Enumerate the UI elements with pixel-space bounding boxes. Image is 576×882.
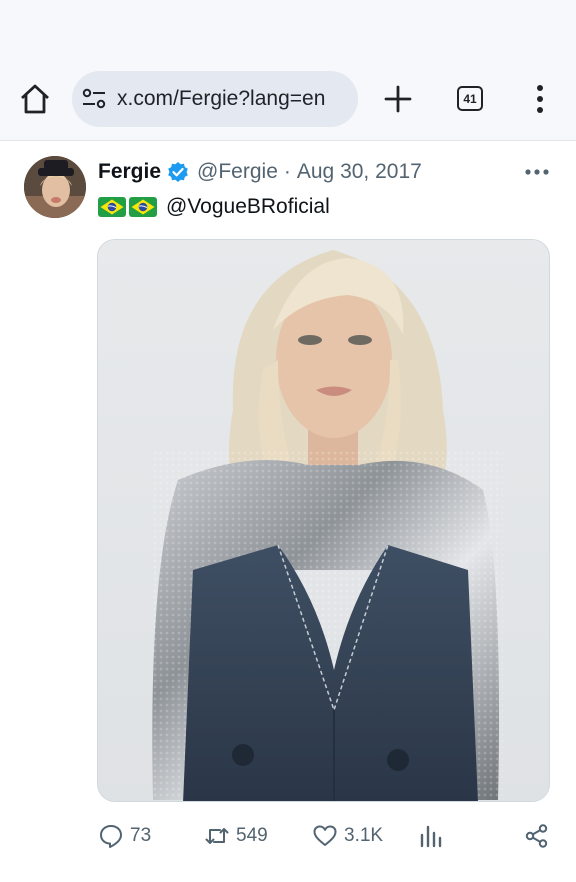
tab-count: 41	[463, 91, 477, 106]
more-vert-icon[interactable]	[530, 84, 550, 114]
home-icon[interactable]	[18, 82, 52, 116]
browser-toolbar: x.com/Fergie?lang=en 41	[0, 0, 576, 141]
post-text: @VogueBRoficial	[98, 193, 330, 221]
share-button[interactable]	[524, 818, 550, 854]
avatar[interactable]	[24, 156, 86, 218]
reply-button[interactable]: 73	[98, 818, 151, 854]
post-action-bar: 73 549 3.1K	[0, 818, 576, 854]
post-image[interactable]	[97, 239, 550, 802]
like-button[interactable]: 3.1K	[312, 818, 383, 854]
plus-icon[interactable]	[383, 84, 413, 114]
address-bar[interactable]: x.com/Fergie?lang=en	[72, 71, 358, 127]
author-handle[interactable]: @Fergie	[197, 160, 278, 184]
repost-count: 549	[236, 825, 268, 846]
heart-icon	[313, 825, 337, 846]
repost-button[interactable]: 549	[204, 818, 268, 854]
post-date[interactable]: Aug 30, 2017	[297, 160, 422, 184]
tab-switcher-button[interactable]: 41	[457, 86, 483, 111]
url-text[interactable]: x.com/Fergie?lang=en	[117, 87, 325, 111]
post-author-line: Fergie @Fergie · Aug 30, 2017	[98, 158, 422, 186]
more-options-icon[interactable]	[524, 162, 550, 182]
author-name[interactable]: Fergie	[98, 160, 161, 184]
separator-dot: ·	[283, 160, 291, 183]
share-icon	[525, 824, 548, 848]
reply-icon	[100, 825, 122, 848]
analytics-icon	[420, 825, 442, 848]
views-button[interactable]	[418, 818, 444, 854]
brazil-flag-icon	[98, 197, 126, 217]
verified-badge-icon[interactable]	[167, 161, 189, 183]
repost-icon	[205, 828, 229, 844]
mention-link[interactable]: @VogueBRoficial	[166, 195, 330, 219]
like-count: 3.1K	[344, 825, 384, 846]
portrait-photo	[98, 240, 549, 801]
site-settings-icon[interactable]	[82, 88, 106, 110]
brazil-flag-icon	[129, 197, 157, 217]
avatar-image	[24, 156, 86, 218]
reply-count: 73	[130, 825, 152, 846]
